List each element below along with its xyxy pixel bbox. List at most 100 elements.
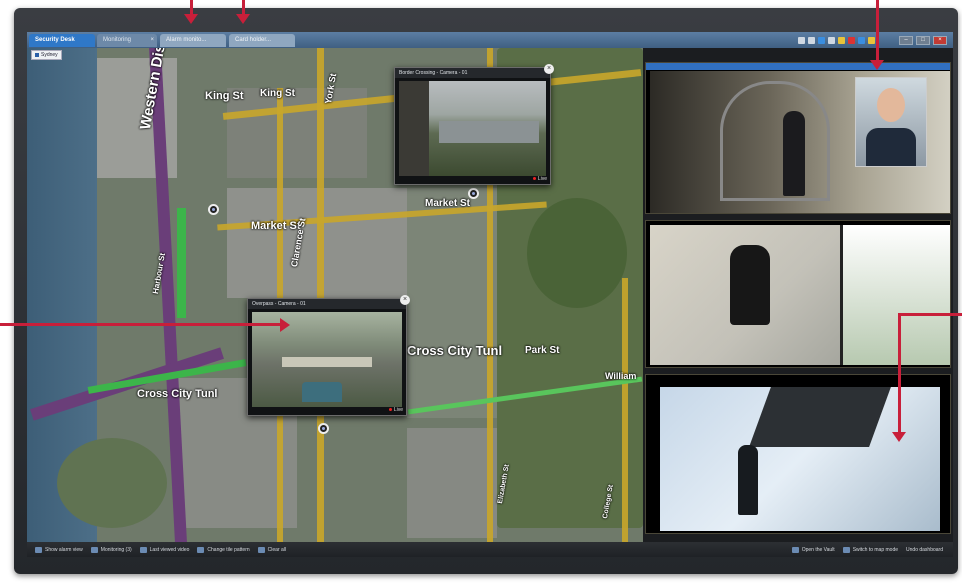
location-pin-icon [35,52,39,57]
map-block [407,428,497,538]
camera-icon[interactable] [468,188,479,199]
popup-title: Border Crossing - Camera - 01 [395,68,550,78]
annotation-arrow [0,323,282,326]
map-mode-button[interactable]: Switch to map mode [842,546,899,553]
park-area [527,198,627,308]
vehicles [439,121,539,143]
annotation-arrowhead [280,318,290,332]
face [877,88,905,122]
tray-icon[interactable] [838,36,845,44]
location-badge[interactable]: Sydney [31,50,62,60]
tile-header [646,63,950,70]
tab-cardholders[interactable]: Card holder... [229,34,295,47]
tray-icon[interactable] [828,36,835,44]
camera-video-feed [399,81,546,176]
road-traffic [282,357,372,367]
suit [866,128,916,166]
video-icon [139,546,147,553]
close-window-icon[interactable]: × [933,35,947,45]
tile-pattern-icon [197,546,205,553]
tab-monitoring[interactable]: Monitoring × [97,34,157,47]
street-label: Cross City Tunl [407,343,503,358]
button-label: Switch to map mode [852,546,899,553]
map-block [407,188,497,418]
button-label: Show alarm view [45,546,83,553]
street-label: Park St [525,345,560,356]
escalator [749,387,891,447]
undo-dashboard-button[interactable]: Undo dashboard [906,547,943,553]
road-college-st [622,278,628,542]
map-icon [842,546,850,553]
vault-icon [791,546,799,553]
button-label: Monitoring (3) [100,546,132,553]
tray-icon[interactable] [818,36,825,44]
annotation-arrow [898,313,901,433]
button-label: Change tile pattern [207,546,250,553]
monitoring-button[interactable]: Monitoring (3) [90,546,132,553]
camera-popup-overpass[interactable]: Overpass - Camera - 01 × Live [247,295,410,416]
minimize-icon[interactable]: – [899,35,913,45]
road-york-st [317,48,324,542]
live-indicator: Live [533,176,547,182]
button-label: Clear all [267,546,287,553]
tray-icon[interactable] [868,36,875,44]
camera-icon[interactable] [318,423,329,434]
window [840,225,950,365]
annotation-arrow [876,0,879,62]
video-tile-2[interactable] [645,220,951,368]
tab-label: Card holder... [235,37,272,43]
street-label: King St [260,88,295,99]
clear-icon [257,546,265,553]
system-tray: – □ × [798,34,947,46]
street-label: William [605,371,637,381]
close-icon[interactable]: × [400,295,410,305]
camera-popup-border-crossing[interactable]: Border Crossing - Camera - 01 × Live [394,64,554,185]
live-indicator: Live [389,407,403,413]
button-label: Undo dashboard [906,546,943,553]
tab-label: Monitoring [103,37,132,43]
revolving-door [720,81,830,201]
close-icon[interactable]: × [544,64,554,74]
monitor-icon [90,546,98,553]
tray-icon[interactable] [808,36,815,44]
tab-bar: Security Desk Monitoring × Alarm monito..… [27,32,953,48]
person [730,245,770,325]
face-thumbnail[interactable] [855,77,927,167]
tab-security-desk[interactable]: Security Desk [29,34,95,47]
camera-icon[interactable] [208,204,219,215]
show-alarm-view-button[interactable]: Show alarm view [35,546,83,553]
annotation-arrowhead [184,14,198,24]
building-pillar [399,81,429,176]
person [738,445,758,515]
close-icon[interactable]: × [150,34,154,47]
street-label: Market St [425,198,471,209]
open-vault-button[interactable]: Open the Vault [791,546,835,553]
annotation-arrowhead [236,14,250,24]
person [783,111,805,196]
last-viewed-button[interactable]: Last viewed video [139,546,190,553]
annotation-arrowhead [892,432,906,442]
park-area [57,438,167,528]
kiosk [302,382,342,402]
tab-label: Alarm monito... [166,37,207,43]
alert-icon[interactable] [848,36,855,44]
button-label: Last viewed video [149,546,190,553]
bottom-toolbar: Show alarm view Monitoring (3) Last view… [27,542,953,557]
street-label: Cross City Tunl [137,388,218,400]
tray-icon[interactable] [858,36,865,44]
tab-alarm-monitoring[interactable]: Alarm monito... [160,34,226,47]
clear-all-button[interactable]: Clear all [257,546,287,553]
maximize-icon[interactable]: □ [916,35,930,45]
popup-title: Overpass - Camera - 01 [248,299,406,309]
map-view[interactable]: Western Distributor King St King St Mark… [27,48,643,542]
arrow-icon [35,546,42,553]
camera-video-feed [252,312,402,407]
video-tile-1[interactable] [645,62,951,214]
security-desk-window: Security Desk Monitoring × Alarm monito..… [27,32,953,557]
location-name: Sydney [41,52,58,58]
button-label: Open the Vault [801,546,835,553]
change-tiles-button[interactable]: Change tile pattern [197,546,250,553]
annotation-arrow [898,313,962,316]
notification-icon[interactable] [798,36,805,44]
video-tile-3[interactable] [645,374,951,534]
